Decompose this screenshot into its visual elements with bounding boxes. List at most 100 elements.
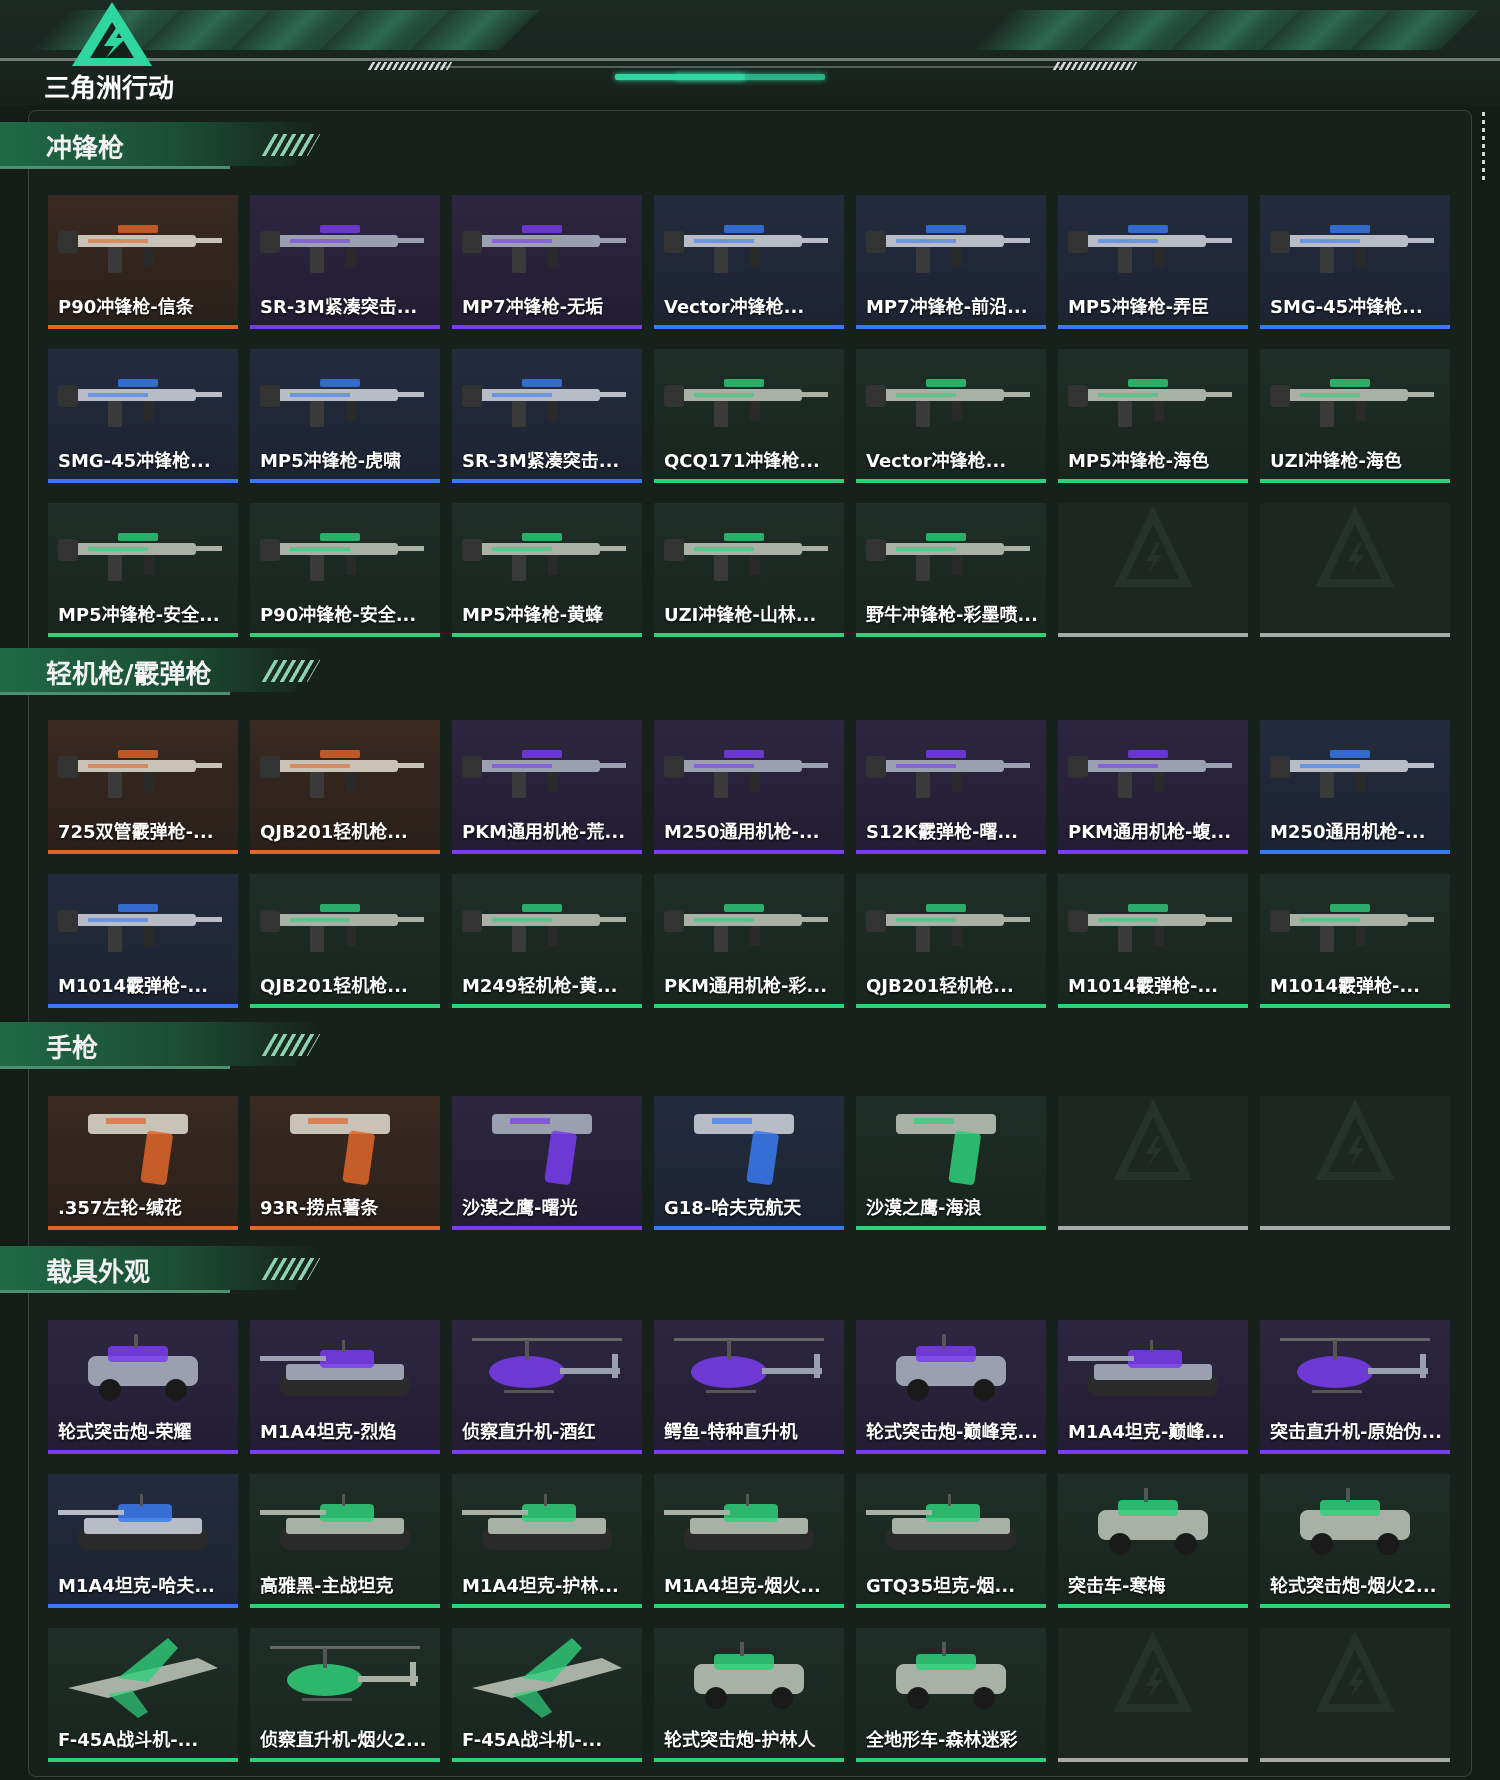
item-card[interactable]: 野牛冲锋枪-彩墨喷... (856, 503, 1046, 637)
item-card[interactable]: UZI冲锋枪-山林... (654, 503, 844, 637)
item-card[interactable]: G18-哈夫克航天 (654, 1096, 844, 1230)
empty-slot-card[interactable] (1260, 1628, 1450, 1762)
empty-slot-card[interactable] (1058, 503, 1248, 637)
item-card[interactable]: F-45A战斗机-... (452, 1628, 642, 1762)
empty-slot-card[interactable] (1058, 1096, 1248, 1230)
item-card[interactable]: M1014霰弹枪-... (1058, 874, 1248, 1008)
item-card[interactable]: GTQ35坦克-烟... (856, 1474, 1046, 1608)
item-card[interactable]: M249轻机枪-黄... (452, 874, 642, 1008)
item-card[interactable]: SR-3M紧凑突击... (452, 349, 642, 483)
item-card[interactable]: 轮式突击炮-烟火2... (1260, 1474, 1450, 1608)
item-card[interactable]: MP5冲锋枪-海色 (1058, 349, 1248, 483)
pistol-icon (88, 1114, 188, 1185)
item-card[interactable]: 突击车-寒梅 (1058, 1474, 1248, 1608)
item-card[interactable]: 轮式突击炮-荣耀 (48, 1320, 238, 1454)
section-title: 冲锋枪 (46, 134, 125, 164)
item-card[interactable]: Vector冲锋枪... (654, 195, 844, 329)
item-name: UZI冲锋枪-山林... (664, 605, 817, 626)
item-card[interactable]: QJB201轻机枪... (250, 720, 440, 854)
empty-slot-card[interactable] (1260, 1096, 1450, 1230)
item-card[interactable]: MP5冲锋枪-虎啸 (250, 349, 440, 483)
weapon-icon (664, 533, 828, 581)
empty-slot-card[interactable] (1058, 1628, 1248, 1762)
section-header-pistol: 手枪 (0, 1022, 330, 1070)
vehicle-icon (88, 1334, 198, 1401)
item-card[interactable]: 轮式突击炮-巅峰竞... (856, 1320, 1046, 1454)
tank-icon (664, 1494, 814, 1550)
item-card[interactable]: F-45A战斗机-... (48, 1628, 238, 1762)
placeholder-logo-icon (1315, 1630, 1395, 1712)
item-card[interactable]: UZI冲锋枪-海色 (1260, 349, 1450, 483)
item-card[interactable]: P90冲锋枪-信条 (48, 195, 238, 329)
item-name: QCQ171冲锋枪... (664, 451, 820, 472)
item-card[interactable]: QCQ171冲锋枪... (654, 349, 844, 483)
item-card[interactable]: .357左轮-缄花 (48, 1096, 238, 1230)
item-name: M249轻机枪-黄... (462, 976, 618, 997)
item-name: M1A4坦克-烈焰 (260, 1422, 397, 1443)
weapon-icon (664, 379, 828, 427)
item-card[interactable]: QJB201轻机枪... (856, 874, 1046, 1008)
item-card[interactable]: M250通用机枪-... (654, 720, 844, 854)
item-card[interactable]: M1014霰弹枪-... (48, 874, 238, 1008)
helicopter-icon (270, 1646, 420, 1701)
item-name: P90冲锋枪-安全... (260, 605, 417, 626)
item-card[interactable]: 沙漠之鹰-曙光 (452, 1096, 642, 1230)
tank-icon (58, 1494, 208, 1550)
item-name: M1014霰弹枪-... (58, 976, 208, 997)
item-card[interactable]: SMG-45冲锋枪... (48, 349, 238, 483)
item-card[interactable]: PKM通用机枪-蝮... (1058, 720, 1248, 854)
item-card[interactable]: M250通用机枪-... (1260, 720, 1450, 854)
vehicle-icon (1300, 1488, 1410, 1555)
item-card[interactable]: M1014霰弹枪-... (1260, 874, 1450, 1008)
item-card[interactable]: 突击直升机-原始伪... (1260, 1320, 1450, 1454)
scroll-indicator[interactable] (1482, 112, 1485, 180)
item-card[interactable]: 侦察直升机-烟火2... (250, 1628, 440, 1762)
item-card[interactable]: P90冲锋枪-安全... (250, 503, 440, 637)
item-name: 轮式突击炮-护林人 (664, 1730, 816, 1751)
vehicle-icon (1098, 1488, 1208, 1555)
item-card[interactable]: SMG-45冲锋枪... (1260, 195, 1450, 329)
item-card[interactable]: QJB201轻机枪... (250, 874, 440, 1008)
item-card[interactable]: M1A4坦克-护林... (452, 1474, 642, 1608)
item-name: 突击车-寒梅 (1068, 1576, 1166, 1597)
item-card[interactable]: MP7冲锋枪-前沿... (856, 195, 1046, 329)
item-card[interactable]: SR-3M紧凑突击... (250, 195, 440, 329)
item-card[interactable]: M1A4坦克-巅峰... (1058, 1320, 1248, 1454)
item-card[interactable]: 全地形车-森林迷彩 (856, 1628, 1046, 1762)
game-logo-text: 三角洲行动 (44, 74, 175, 104)
item-card[interactable]: 轮式突击炮-护林人 (654, 1628, 844, 1762)
top-banner (0, 0, 1500, 105)
item-card[interactable]: 侦察直升机-酒红 (452, 1320, 642, 1454)
weapon-icon (260, 904, 424, 952)
item-card[interactable]: M1A4坦克-烈焰 (250, 1320, 440, 1454)
item-card[interactable]: MP5冲锋枪-弄臣 (1058, 195, 1248, 329)
weapon-icon (58, 533, 222, 581)
section-title: 手枪 (46, 1034, 99, 1064)
item-card[interactable]: M1A4坦克-哈夫... (48, 1474, 238, 1608)
item-name: M1A4坦克-护林... (462, 1576, 619, 1597)
item-card[interactable]: 沙漠之鹰-海浪 (856, 1096, 1046, 1230)
item-card[interactable]: M1A4坦克-烟火... (654, 1474, 844, 1608)
item-card[interactable]: MP5冲锋枪-安全... (48, 503, 238, 637)
item-name: 轮式突击炮-烟火2... (1270, 1576, 1437, 1597)
jet-icon (472, 1638, 622, 1718)
empty-slot-card[interactable] (1260, 503, 1450, 637)
weapon-icon (866, 750, 1030, 798)
item-card[interactable]: PKM通用机枪-荒... (452, 720, 642, 854)
item-card[interactable]: S12K霰弹枪-曙... (856, 720, 1046, 854)
placeholder-logo-icon (1113, 1630, 1193, 1712)
item-card[interactable]: MP7冲锋枪-无垢 (452, 195, 642, 329)
placeholder-logo-icon (1113, 505, 1193, 587)
item-card[interactable]: 高雅黑-主战坦克 (250, 1474, 440, 1608)
item-name: P90冲锋枪-信条 (58, 297, 194, 318)
item-card[interactable]: MP5冲锋枪-黄蜂 (452, 503, 642, 637)
weapon-icon (866, 379, 1030, 427)
item-card[interactable]: 鳄鱼-特种直升机 (654, 1320, 844, 1454)
item-card[interactable]: Vector冲锋枪... (856, 349, 1046, 483)
item-card[interactable]: 725双管霰弹枪-... (48, 720, 238, 854)
item-card[interactable]: 93R-捞点薯条 (250, 1096, 440, 1230)
weapon-icon (260, 533, 424, 581)
item-grid-pistol: .357左轮-缄花 93R-捞点薯条 沙漠之鹰-曙光 G18-哈夫克航天 沙漠之… (48, 1096, 1450, 1230)
item-card[interactable]: PKM通用机枪-彩... (654, 874, 844, 1008)
item-name: Vector冲锋枪... (664, 297, 805, 318)
